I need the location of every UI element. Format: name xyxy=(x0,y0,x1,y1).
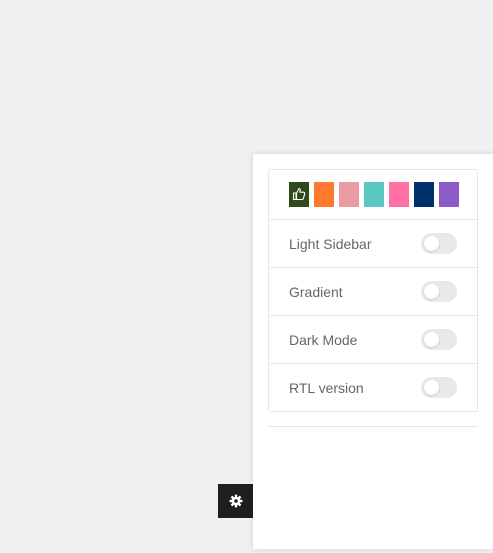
option-label: Dark Mode xyxy=(289,331,358,348)
color-swatch-row xyxy=(269,170,477,220)
toggle-knob xyxy=(424,284,439,299)
color-swatch-hot-pink[interactable] xyxy=(389,182,409,207)
toggle-knob xyxy=(424,236,439,251)
color-swatch-dark-green[interactable] xyxy=(289,182,309,207)
toggle-knob xyxy=(424,332,439,347)
toggle-knob xyxy=(424,380,439,395)
settings-toggle-button[interactable] xyxy=(218,484,253,518)
light-sidebar-toggle[interactable] xyxy=(421,233,457,254)
color-swatch-orange[interactable] xyxy=(314,182,334,207)
color-swatch-navy[interactable] xyxy=(414,182,434,207)
dark-mode-toggle[interactable] xyxy=(421,329,457,350)
option-label: Light Sidebar xyxy=(289,235,372,252)
option-light-sidebar: Light Sidebar xyxy=(269,220,477,268)
color-swatch-pink[interactable] xyxy=(339,182,359,207)
settings-card: Light Sidebar Gradient Dark Mode RTL ver… xyxy=(268,169,478,412)
rtl-version-toggle[interactable] xyxy=(421,377,457,398)
option-gradient: Gradient xyxy=(269,268,477,316)
option-label: RTL version xyxy=(289,379,364,396)
gradient-toggle[interactable] xyxy=(421,281,457,302)
option-dark-mode: Dark Mode xyxy=(269,316,477,364)
thumbs-up-icon xyxy=(292,187,306,201)
color-swatch-teal[interactable] xyxy=(364,182,384,207)
panel-divider xyxy=(268,426,478,427)
option-label: Gradient xyxy=(289,283,343,300)
gear-icon xyxy=(229,494,242,508)
color-swatch-purple[interactable] xyxy=(439,182,459,207)
settings-panel: Light Sidebar Gradient Dark Mode RTL ver… xyxy=(253,154,493,549)
option-rtl-version: RTL version xyxy=(269,364,477,411)
